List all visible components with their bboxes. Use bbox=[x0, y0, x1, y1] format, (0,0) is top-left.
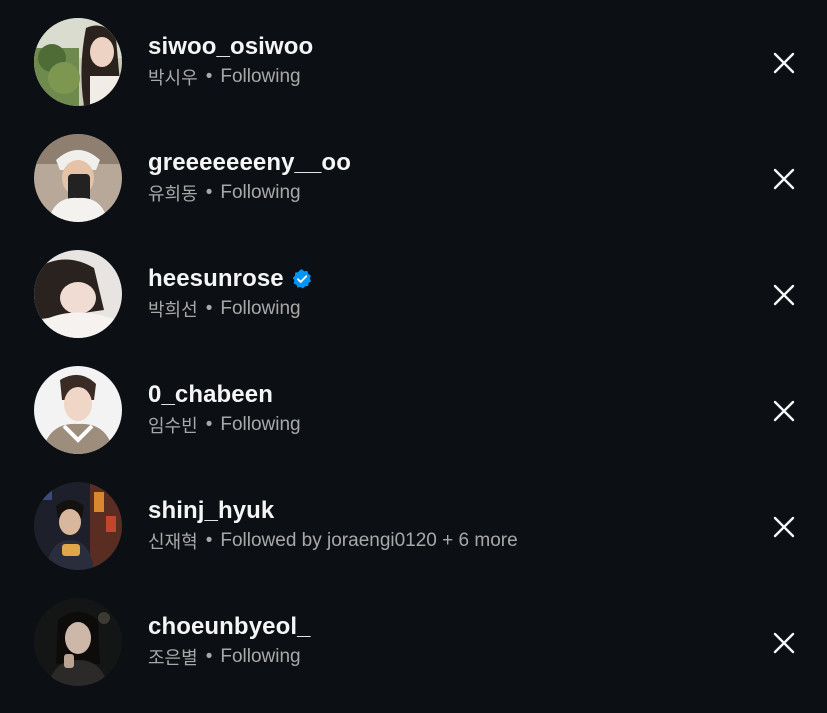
list-item[interactable]: heesunrose 박희선 • Following bbox=[0, 232, 827, 348]
follow-status: Following bbox=[220, 182, 301, 203]
real-name: 조은별 bbox=[148, 648, 198, 669]
username-line: choeunbyeol_ bbox=[148, 610, 311, 644]
profile-photo-icon bbox=[34, 366, 122, 454]
close-icon bbox=[773, 516, 795, 538]
separator-dot: • bbox=[205, 646, 213, 667]
close-icon bbox=[773, 168, 795, 190]
avatar[interactable] bbox=[34, 598, 122, 686]
subtitle: 조은별 • Following bbox=[148, 644, 301, 670]
follow-status: Following bbox=[220, 66, 301, 87]
list-item[interactable]: 0_chabeen 임수빈 • Following bbox=[0, 348, 827, 464]
avatar[interactable] bbox=[34, 250, 122, 338]
avatar[interactable] bbox=[34, 18, 122, 106]
username[interactable]: heesunrose bbox=[148, 265, 284, 293]
username[interactable]: shinj_hyuk bbox=[148, 497, 274, 525]
account-list: siwoo_osiwoo 박시우 • Following greeeeeeeny… bbox=[0, 0, 827, 713]
subtitle: 박시우 • Following bbox=[148, 64, 301, 90]
subtitle: 신재혁 • Followed by joraengi0120 + 6 more bbox=[148, 528, 518, 554]
follow-status: Following bbox=[220, 298, 301, 319]
remove-button[interactable] bbox=[770, 513, 798, 541]
remove-button[interactable] bbox=[770, 165, 798, 193]
real-name: 박시우 bbox=[148, 68, 198, 89]
subtitle: 박희선 • Following bbox=[148, 296, 301, 322]
username-line: greeeeeeeny__oo bbox=[148, 146, 351, 180]
follow-status: Following bbox=[220, 414, 301, 435]
avatar[interactable] bbox=[34, 482, 122, 570]
close-icon bbox=[773, 52, 795, 74]
remove-button[interactable] bbox=[770, 397, 798, 425]
list-item[interactable]: greeeeeeeny__oo 유희동 • Following bbox=[0, 116, 827, 232]
real-name: 신재혁 bbox=[148, 532, 198, 553]
follow-status: Following bbox=[220, 646, 301, 667]
avatar[interactable] bbox=[34, 134, 122, 222]
separator-dot: • bbox=[205, 182, 213, 203]
close-icon bbox=[773, 284, 795, 306]
follow-status: Followed by joraengi0120 + 6 more bbox=[220, 530, 518, 551]
username-line: shinj_hyuk bbox=[148, 494, 274, 528]
username[interactable]: greeeeeeeny__oo bbox=[148, 149, 351, 177]
username[interactable]: choeunbyeol_ bbox=[148, 613, 311, 641]
profile-photo-icon bbox=[34, 250, 122, 338]
username-line: heesunrose bbox=[148, 262, 313, 296]
close-icon bbox=[773, 400, 795, 422]
profile-photo-icon bbox=[34, 482, 122, 570]
profile-photo-icon bbox=[34, 598, 122, 686]
username[interactable]: 0_chabeen bbox=[148, 381, 273, 409]
real-name: 임수빈 bbox=[148, 416, 198, 437]
username-line: siwoo_osiwoo bbox=[148, 30, 313, 64]
list-item[interactable]: choeunbyeol_ 조은별 • Following bbox=[0, 580, 827, 696]
list-item[interactable]: siwoo_osiwoo 박시우 • Following bbox=[0, 0, 827, 116]
subtitle: 유희동 • Following bbox=[148, 180, 301, 206]
remove-button[interactable] bbox=[770, 629, 798, 657]
profile-photo-icon bbox=[34, 18, 122, 106]
remove-button[interactable] bbox=[770, 281, 798, 309]
remove-button[interactable] bbox=[770, 49, 798, 77]
separator-dot: • bbox=[205, 530, 213, 551]
real-name: 박희선 bbox=[148, 300, 198, 321]
verified-badge-icon bbox=[291, 268, 313, 290]
list-item[interactable]: shinj_hyuk 신재혁 • Followed by joraengi012… bbox=[0, 464, 827, 580]
separator-dot: • bbox=[205, 298, 213, 319]
username-line: 0_chabeen bbox=[148, 378, 273, 412]
avatar[interactable] bbox=[34, 366, 122, 454]
subtitle: 임수빈 • Following bbox=[148, 412, 301, 438]
separator-dot: • bbox=[205, 66, 213, 87]
separator-dot: • bbox=[205, 414, 213, 435]
profile-photo-icon bbox=[34, 134, 122, 222]
close-icon bbox=[773, 632, 795, 654]
username[interactable]: siwoo_osiwoo bbox=[148, 33, 313, 61]
real-name: 유희동 bbox=[148, 184, 198, 205]
